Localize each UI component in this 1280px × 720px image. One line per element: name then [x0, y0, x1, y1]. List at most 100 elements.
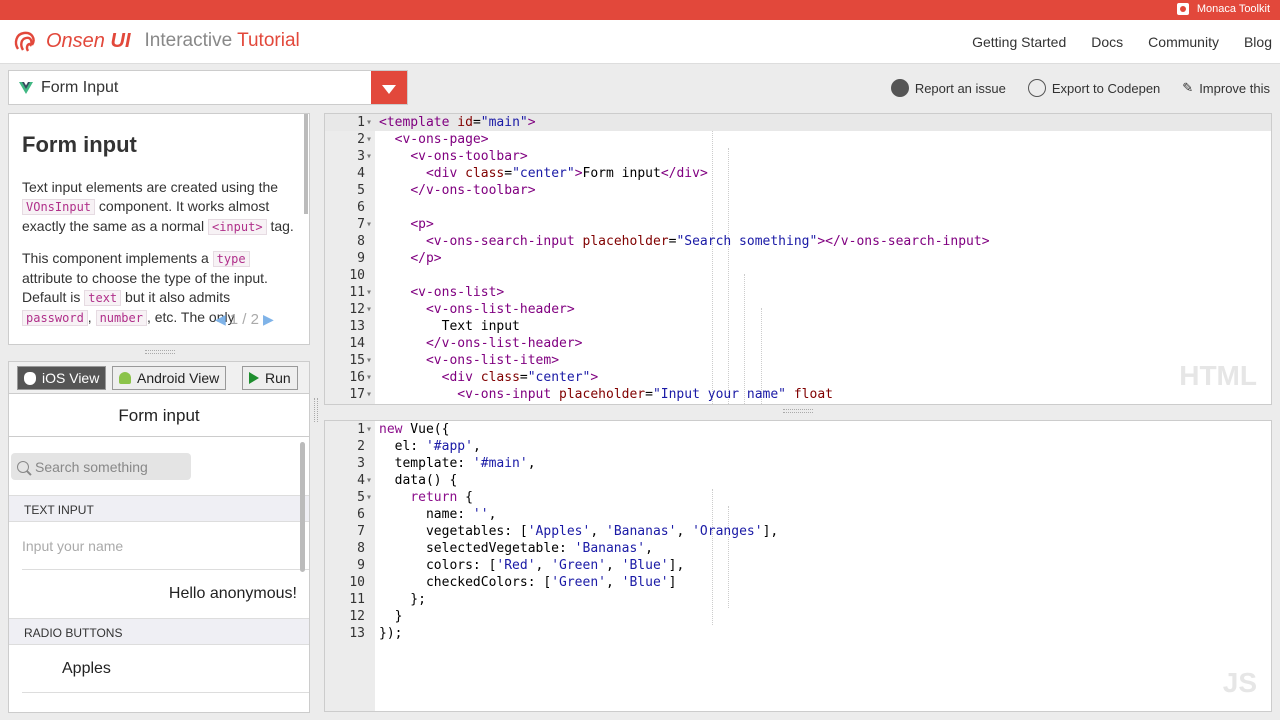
line-number: 4	[357, 473, 365, 488]
line-number: 17	[349, 387, 365, 402]
play-icon	[249, 372, 259, 384]
tab-ios-view[interactable]: iOS View	[17, 366, 107, 390]
logo-text: Onsen UI	[46, 29, 131, 52]
line-number: 10	[349, 268, 365, 283]
line-number: 13	[349, 319, 365, 334]
improve-button[interactable]: ✎ Improve this	[1182, 79, 1270, 97]
android-icon	[119, 372, 131, 384]
list-header-text-input: TEXT INPUT	[9, 495, 309, 522]
code-line: 2 el: '#app',	[325, 438, 1271, 455]
top-nav: Getting Started Docs Community Blog	[972, 34, 1272, 50]
code-line: 11 <v-ons-list> ▾	[325, 284, 1271, 301]
fold-icon[interactable]: ▾	[366, 352, 372, 369]
nav-blog[interactable]: Blog	[1244, 34, 1272, 50]
tab-android-view[interactable]: Android View	[112, 366, 227, 390]
export-codepen-button[interactable]: Export to Codepen	[1027, 79, 1160, 97]
preview-scrollbar[interactable]	[300, 442, 305, 572]
line-number: 8	[357, 541, 365, 556]
pager-label: 1 / 2	[229, 311, 259, 328]
doc-pager: ◀ 1 / 2 ▶	[215, 311, 274, 328]
resize-handle[interactable]	[145, 350, 175, 354]
chevron-down-icon[interactable]	[371, 71, 407, 104]
line-number: 10	[349, 575, 365, 590]
preview-tabs: iOS View Android View Run	[9, 362, 309, 394]
tab-android-label: Android View	[137, 370, 220, 386]
fold-icon[interactable]: ▾	[366, 386, 372, 403]
nav-community[interactable]: Community	[1148, 34, 1219, 50]
html-editor[interactable]: 1 <template id="main"> ▾ 2 <v-ons-page> ▾ 3…	[324, 113, 1272, 405]
logo[interactable]: Onsen UI Interactive Tutorial	[12, 29, 300, 53]
line-number: 12	[349, 302, 365, 317]
resize-handle[interactable]	[314, 398, 318, 422]
pencil-icon: ✎	[1182, 80, 1194, 95]
fold-icon[interactable]: ▾	[366, 472, 372, 489]
next-page-icon[interactable]: ▶	[263, 311, 274, 328]
code-line: 14 </v-ons-list-header>	[325, 335, 1271, 352]
tutorial-select[interactable]: Form Input	[8, 70, 408, 105]
codepen-icon	[1027, 79, 1046, 97]
line-number: 6	[357, 200, 365, 215]
code-line: 6	[325, 199, 1271, 216]
monaca-toolkit-link[interactable]: Monaca Toolkit	[1176, 3, 1270, 15]
code-line: 4 data() {▾	[325, 472, 1271, 489]
doc-paragraph: Text input elements are created using th…	[22, 179, 294, 235]
js-lang-label: JS	[1222, 667, 1257, 698]
code-line: 13 Text input	[325, 318, 1271, 335]
fold-icon[interactable]: ▾	[366, 216, 372, 233]
code-line: 17 <v-ons-input placeholder="Input your …	[325, 386, 1271, 403]
monaca-label: Monaca Toolkit	[1196, 3, 1270, 15]
page-title: Interactive Tutorial	[144, 30, 300, 51]
fold-icon[interactable]: ▾	[366, 301, 372, 318]
tutorial-description: Form input Text input elements are creat…	[8, 113, 310, 345]
doc-title: Form input	[22, 132, 137, 157]
line-number: 16	[349, 370, 365, 385]
line-number: 8	[357, 234, 365, 249]
search-icon	[17, 460, 29, 473]
fold-icon[interactable]: ▾	[366, 114, 372, 131]
line-number: 7	[357, 217, 365, 232]
onsen-logo-icon	[14, 31, 35, 52]
nav-docs[interactable]: Docs	[1091, 34, 1123, 50]
monaca-icon	[1176, 3, 1189, 15]
report-issue-button[interactable]: Report an issue	[890, 79, 1006, 97]
code-line: 1 <template id="main"> ▾	[325, 114, 1271, 131]
line-number: 6	[357, 507, 365, 522]
code-line: 7 vegetables: ['Apples', 'Bananas', 'Ora…	[325, 523, 1271, 540]
name-input[interactable]: Input your name	[22, 522, 309, 570]
radio-item-apples[interactable]: Apples	[22, 645, 309, 693]
fold-icon[interactable]: ▾	[366, 284, 372, 301]
run-button[interactable]: Run	[242, 366, 298, 390]
tab-ios-label: iOS View	[42, 370, 100, 386]
line-number: 1	[357, 422, 365, 437]
code-line: 9 colors: ['Red', 'Green', 'Blue'],	[325, 557, 1271, 574]
report-issue-label: Report an issue	[914, 80, 1006, 96]
fold-icon[interactable]: ▾	[366, 489, 372, 506]
line-number: 15	[349, 353, 365, 368]
fold-icon[interactable]: ▾	[366, 148, 372, 165]
line-number: 1	[357, 115, 365, 130]
code-line: 1 new Vue({▾	[325, 421, 1271, 438]
resize-handle[interactable]	[783, 409, 813, 413]
github-icon	[890, 79, 909, 97]
fold-icon[interactable]: ▾	[366, 369, 372, 386]
doc-scrollbar[interactable]	[304, 114, 308, 214]
code-line: 16 <div class="center"> ▾	[325, 369, 1271, 386]
js-editor[interactable]: 1 new Vue({▾ 2 el: '#app', 3 template: '#…	[324, 420, 1272, 712]
nav-getting-started[interactable]: Getting Started	[972, 34, 1066, 50]
line-number: 5	[357, 183, 365, 198]
preview-pane: iOS View Android View Run Form input Sea…	[8, 361, 310, 713]
line-number: 5	[357, 490, 365, 505]
code-line: 13});	[325, 625, 1271, 642]
code-line: 9 </p>	[325, 250, 1271, 267]
code-line: 5 </v-ons-toolbar>	[325, 182, 1271, 199]
fold-icon[interactable]: ▾	[366, 131, 372, 148]
prev-page-icon[interactable]: ◀	[215, 311, 226, 328]
fold-icon[interactable]: ▾	[366, 421, 372, 438]
line-number: 13	[349, 626, 365, 641]
code-line: 8 selectedVegetable: 'Bananas',	[325, 540, 1271, 557]
code-lines: 1 new Vue({▾ 2 el: '#app', 3 template: '#…	[325, 421, 1271, 642]
code-line: 6 name: '',	[325, 506, 1271, 523]
line-number: 2	[357, 439, 365, 454]
search-input[interactable]: Search something	[11, 453, 191, 480]
code-line: 2 <v-ons-page> ▾	[325, 131, 1271, 148]
